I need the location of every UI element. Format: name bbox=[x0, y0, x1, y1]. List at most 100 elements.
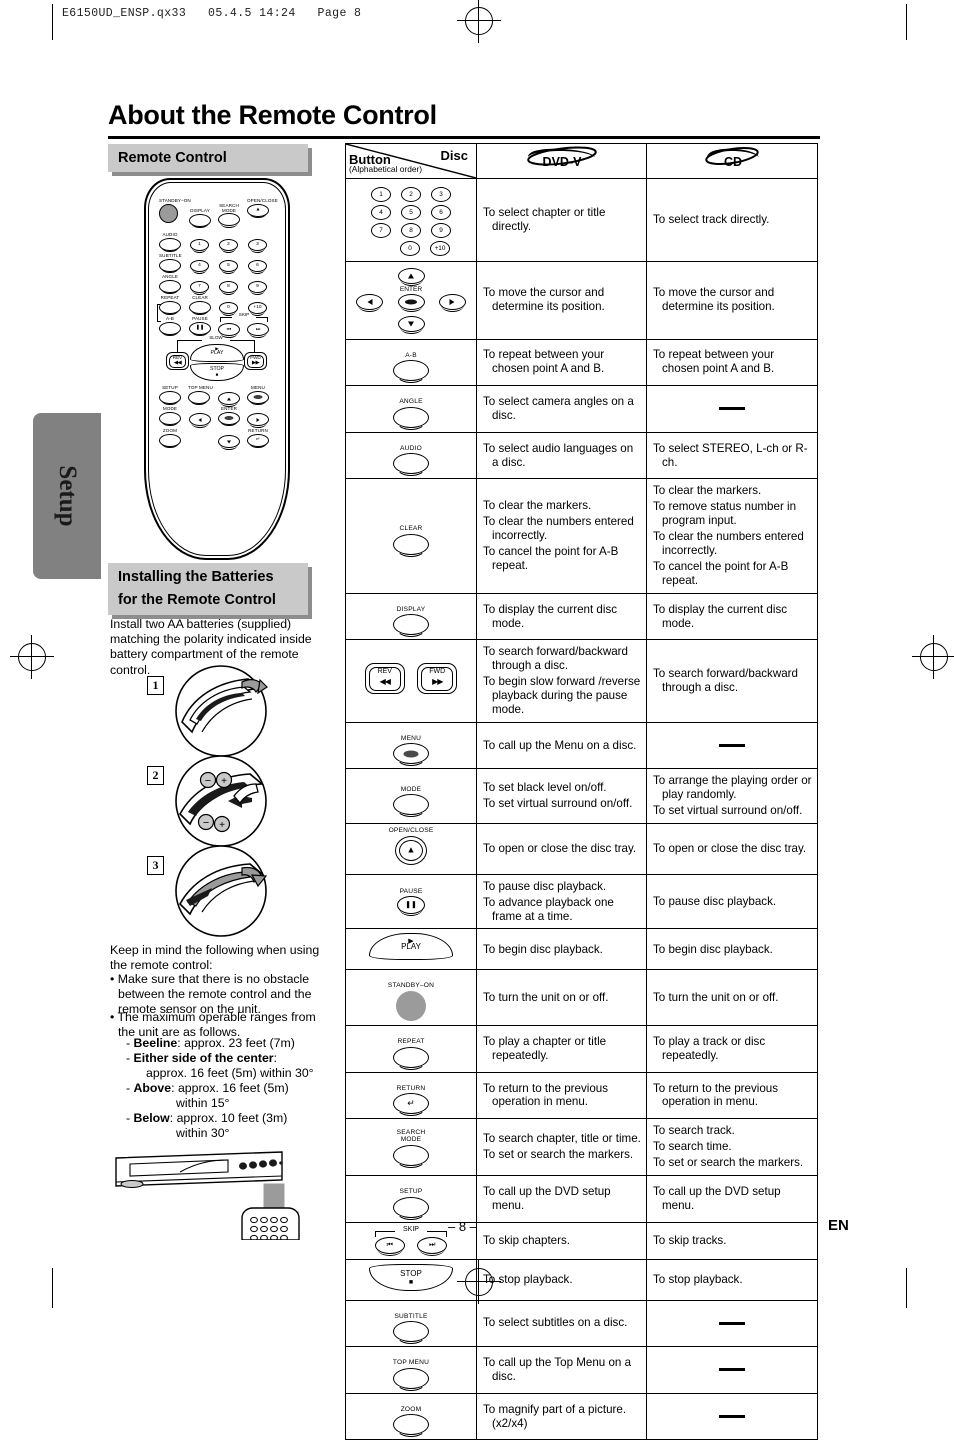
remote-number-1[interactable]: 1 bbox=[190, 239, 209, 253]
angle-key[interactable]: ANGLE bbox=[393, 399, 429, 430]
remote-key-play[interactable]: ▶ PLAY bbox=[190, 344, 244, 362]
number-key-5[interactable]: 5 bbox=[401, 205, 421, 220]
cd-desc-audio: To select STEREO, L-ch or R-ch. bbox=[647, 437, 817, 475]
remote-key-repeat[interactable]: REPEAT bbox=[159, 295, 181, 316]
desc-line: To begin disc playback. bbox=[653, 942, 773, 956]
desc-line: To pause disc playback. bbox=[483, 879, 607, 893]
remote-key-cursor-left[interactable] bbox=[189, 413, 211, 428]
number-key-6[interactable]: 6 bbox=[431, 205, 451, 220]
remote-key-rev[interactable]: REV ◀◀ bbox=[166, 352, 189, 370]
menu-key-label: MENU bbox=[400, 734, 422, 742]
skip-next-key[interactable]: ⏭ bbox=[417, 1236, 448, 1256]
cursor-up-key[interactable] bbox=[397, 267, 425, 286]
remote-key-a-b[interactable]: A-B bbox=[159, 316, 181, 337]
mode-key[interactable]: MODE bbox=[393, 786, 429, 818]
remote-key-angle[interactable]: ANGLE bbox=[159, 274, 181, 295]
dvd-cell-pause: To pause disc playback. To advance playb… bbox=[476, 873, 647, 930]
number-key-7[interactable]: 7 bbox=[371, 223, 391, 238]
cd-desc-play: To begin disc playback. bbox=[647, 938, 817, 962]
dvd-cell-top-menu: To call up the Top Menu on a disc. bbox=[476, 1346, 647, 1394]
play-key[interactable]: ▶ PLAY bbox=[369, 933, 453, 961]
remote-key-fwd[interactable]: FWD ▶▶ bbox=[244, 352, 267, 370]
number-key-0[interactable]: 0 bbox=[400, 241, 420, 256]
button-cell-open-close: OPEN/CLOSE ▲ bbox=[345, 823, 477, 875]
search-mode-key[interactable]: SEARCH MODE bbox=[393, 1129, 429, 1168]
remote-number-6[interactable]: 6 bbox=[248, 260, 267, 274]
dvd-desc-audio: To select audio languages on a disc. bbox=[477, 437, 646, 475]
rev-key[interactable]: REV ◀◀ bbox=[364, 663, 405, 695]
remote-key-cursor-up[interactable] bbox=[218, 392, 240, 407]
cursor-left-key[interactable] bbox=[356, 294, 384, 313]
remote-key-mode[interactable]: MODE bbox=[159, 406, 181, 427]
remote-key-menu[interactable]: MENU bbox=[247, 385, 269, 406]
remote-number-8[interactable]: 8 bbox=[219, 281, 238, 295]
table-header-dvd-cell: DVD-V bbox=[476, 143, 647, 179]
remote-number-5[interactable]: 5 bbox=[219, 260, 238, 274]
remote-key-pause[interactable]: PAUSE ❚❚ bbox=[189, 316, 211, 337]
section-remote-control: Remote Control bbox=[108, 144, 308, 173]
number-key-8[interactable]: 8 bbox=[401, 223, 421, 238]
standby-on-key[interactable]: STANDBY–ON bbox=[388, 983, 434, 1022]
fwd-key[interactable]: FWD ▶▶ bbox=[417, 663, 458, 695]
pause-key[interactable]: PAUSE ❚❚ bbox=[393, 888, 429, 917]
a-b-key[interactable]: A-B bbox=[393, 352, 429, 384]
crop-mark-left-bottom bbox=[52, 1268, 53, 1308]
number-key-plus10[interactable]: +10 bbox=[430, 241, 450, 256]
menu-oval-icon bbox=[393, 743, 429, 767]
remote-key-cursor-down[interactable] bbox=[218, 435, 240, 450]
remote-number-9[interactable]: 9 bbox=[248, 281, 267, 295]
number-key-1[interactable]: 1 bbox=[371, 187, 391, 202]
remote-key-audio[interactable]: AUDIO bbox=[159, 232, 181, 253]
remote-key-subtitle[interactable]: SUBTITLE bbox=[159, 253, 182, 274]
remote-number-3[interactable]: 3 bbox=[248, 239, 267, 253]
cursor-down-key[interactable] bbox=[397, 316, 425, 335]
number-key-3[interactable]: 3 bbox=[431, 187, 451, 202]
remote-key-clear[interactable]: CLEAR bbox=[189, 295, 211, 316]
remote-key-stop[interactable]: STOP ■ bbox=[190, 363, 244, 381]
return-key[interactable]: RETURN ↵ bbox=[393, 1084, 429, 1117]
remote-key-cursor-right[interactable] bbox=[247, 413, 269, 428]
remote-key-top-menu[interactable]: TOP MENU bbox=[188, 385, 213, 406]
open-close-key[interactable]: OPEN/CLOSE ▲ bbox=[389, 828, 434, 870]
menu-key[interactable]: MENU bbox=[393, 734, 429, 767]
top-menu-key[interactable]: TOP MENU bbox=[393, 1360, 429, 1391]
zoom-key-label: ZOOM bbox=[400, 1405, 422, 1413]
skip-previous-key[interactable]: ⏮ bbox=[374, 1236, 405, 1256]
remote-key-enter[interactable]: ENTER bbox=[218, 406, 240, 427]
return-key-label: RETURN bbox=[396, 1084, 426, 1092]
desc-line: To search track. bbox=[653, 1124, 735, 1138]
remote-key-open-close[interactable]: OPEN/CLOSE ▲ bbox=[247, 198, 278, 219]
remote-key-display[interactable]: DISPLAY bbox=[189, 208, 211, 229]
number-key-9[interactable]: 9 bbox=[431, 223, 451, 238]
zoom-key[interactable]: ZOOM bbox=[393, 1405, 429, 1438]
button-cell-subtitle: SUBTITLE bbox=[345, 1299, 477, 1348]
remote-key-standby-on[interactable]: STANDBY–ON bbox=[159, 198, 191, 223]
remote-key-return[interactable]: RETURN ↵ bbox=[247, 428, 269, 449]
clear-key[interactable]: CLEAR bbox=[393, 526, 429, 557]
remote-key-search-mode[interactable]: SEARCH MODE bbox=[218, 203, 240, 228]
cursor-right-key[interactable] bbox=[438, 294, 466, 313]
cd-desc-display: To display the current disc mode. bbox=[647, 598, 817, 636]
number-key-4[interactable]: 4 bbox=[371, 205, 391, 220]
button-cell-clear: CLEAR bbox=[345, 478, 477, 594]
header-disc-label: Disc bbox=[440, 148, 468, 163]
remote-number-2[interactable]: 2 bbox=[219, 239, 238, 253]
remote-key-zoom[interactable]: ZOOM bbox=[159, 428, 181, 449]
cd-cell-menu bbox=[646, 721, 818, 770]
repeat-key[interactable]: REPEAT bbox=[393, 1038, 429, 1070]
remote-number-4[interactable]: 4 bbox=[190, 260, 209, 274]
number-key-2[interactable]: 2 bbox=[401, 187, 421, 202]
display-key[interactable]: DISPLAY bbox=[393, 606, 429, 638]
enter-key[interactable] bbox=[397, 294, 425, 313]
remote-key-setup[interactable]: SETUP bbox=[159, 385, 181, 406]
dvd-desc-display: To display the current disc mode. bbox=[477, 598, 646, 636]
audio-key[interactable]: AUDIO bbox=[393, 445, 429, 477]
setup-key[interactable]: SETUP bbox=[393, 1188, 429, 1220]
remote-key-skip-next[interactable]: ⏭ bbox=[247, 323, 269, 338]
remote-number-7[interactable]: 7 bbox=[190, 281, 209, 295]
subtitle-key[interactable]: SUBTITLE bbox=[393, 1313, 429, 1345]
desc-line: To return to the previous operation in m… bbox=[483, 1081, 609, 1109]
cd-desc-a-b: To repeat between your chosen point A an… bbox=[647, 343, 817, 381]
stop-key[interactable]: STOP ■ bbox=[369, 1263, 453, 1291]
standby-on-icon bbox=[159, 203, 178, 223]
